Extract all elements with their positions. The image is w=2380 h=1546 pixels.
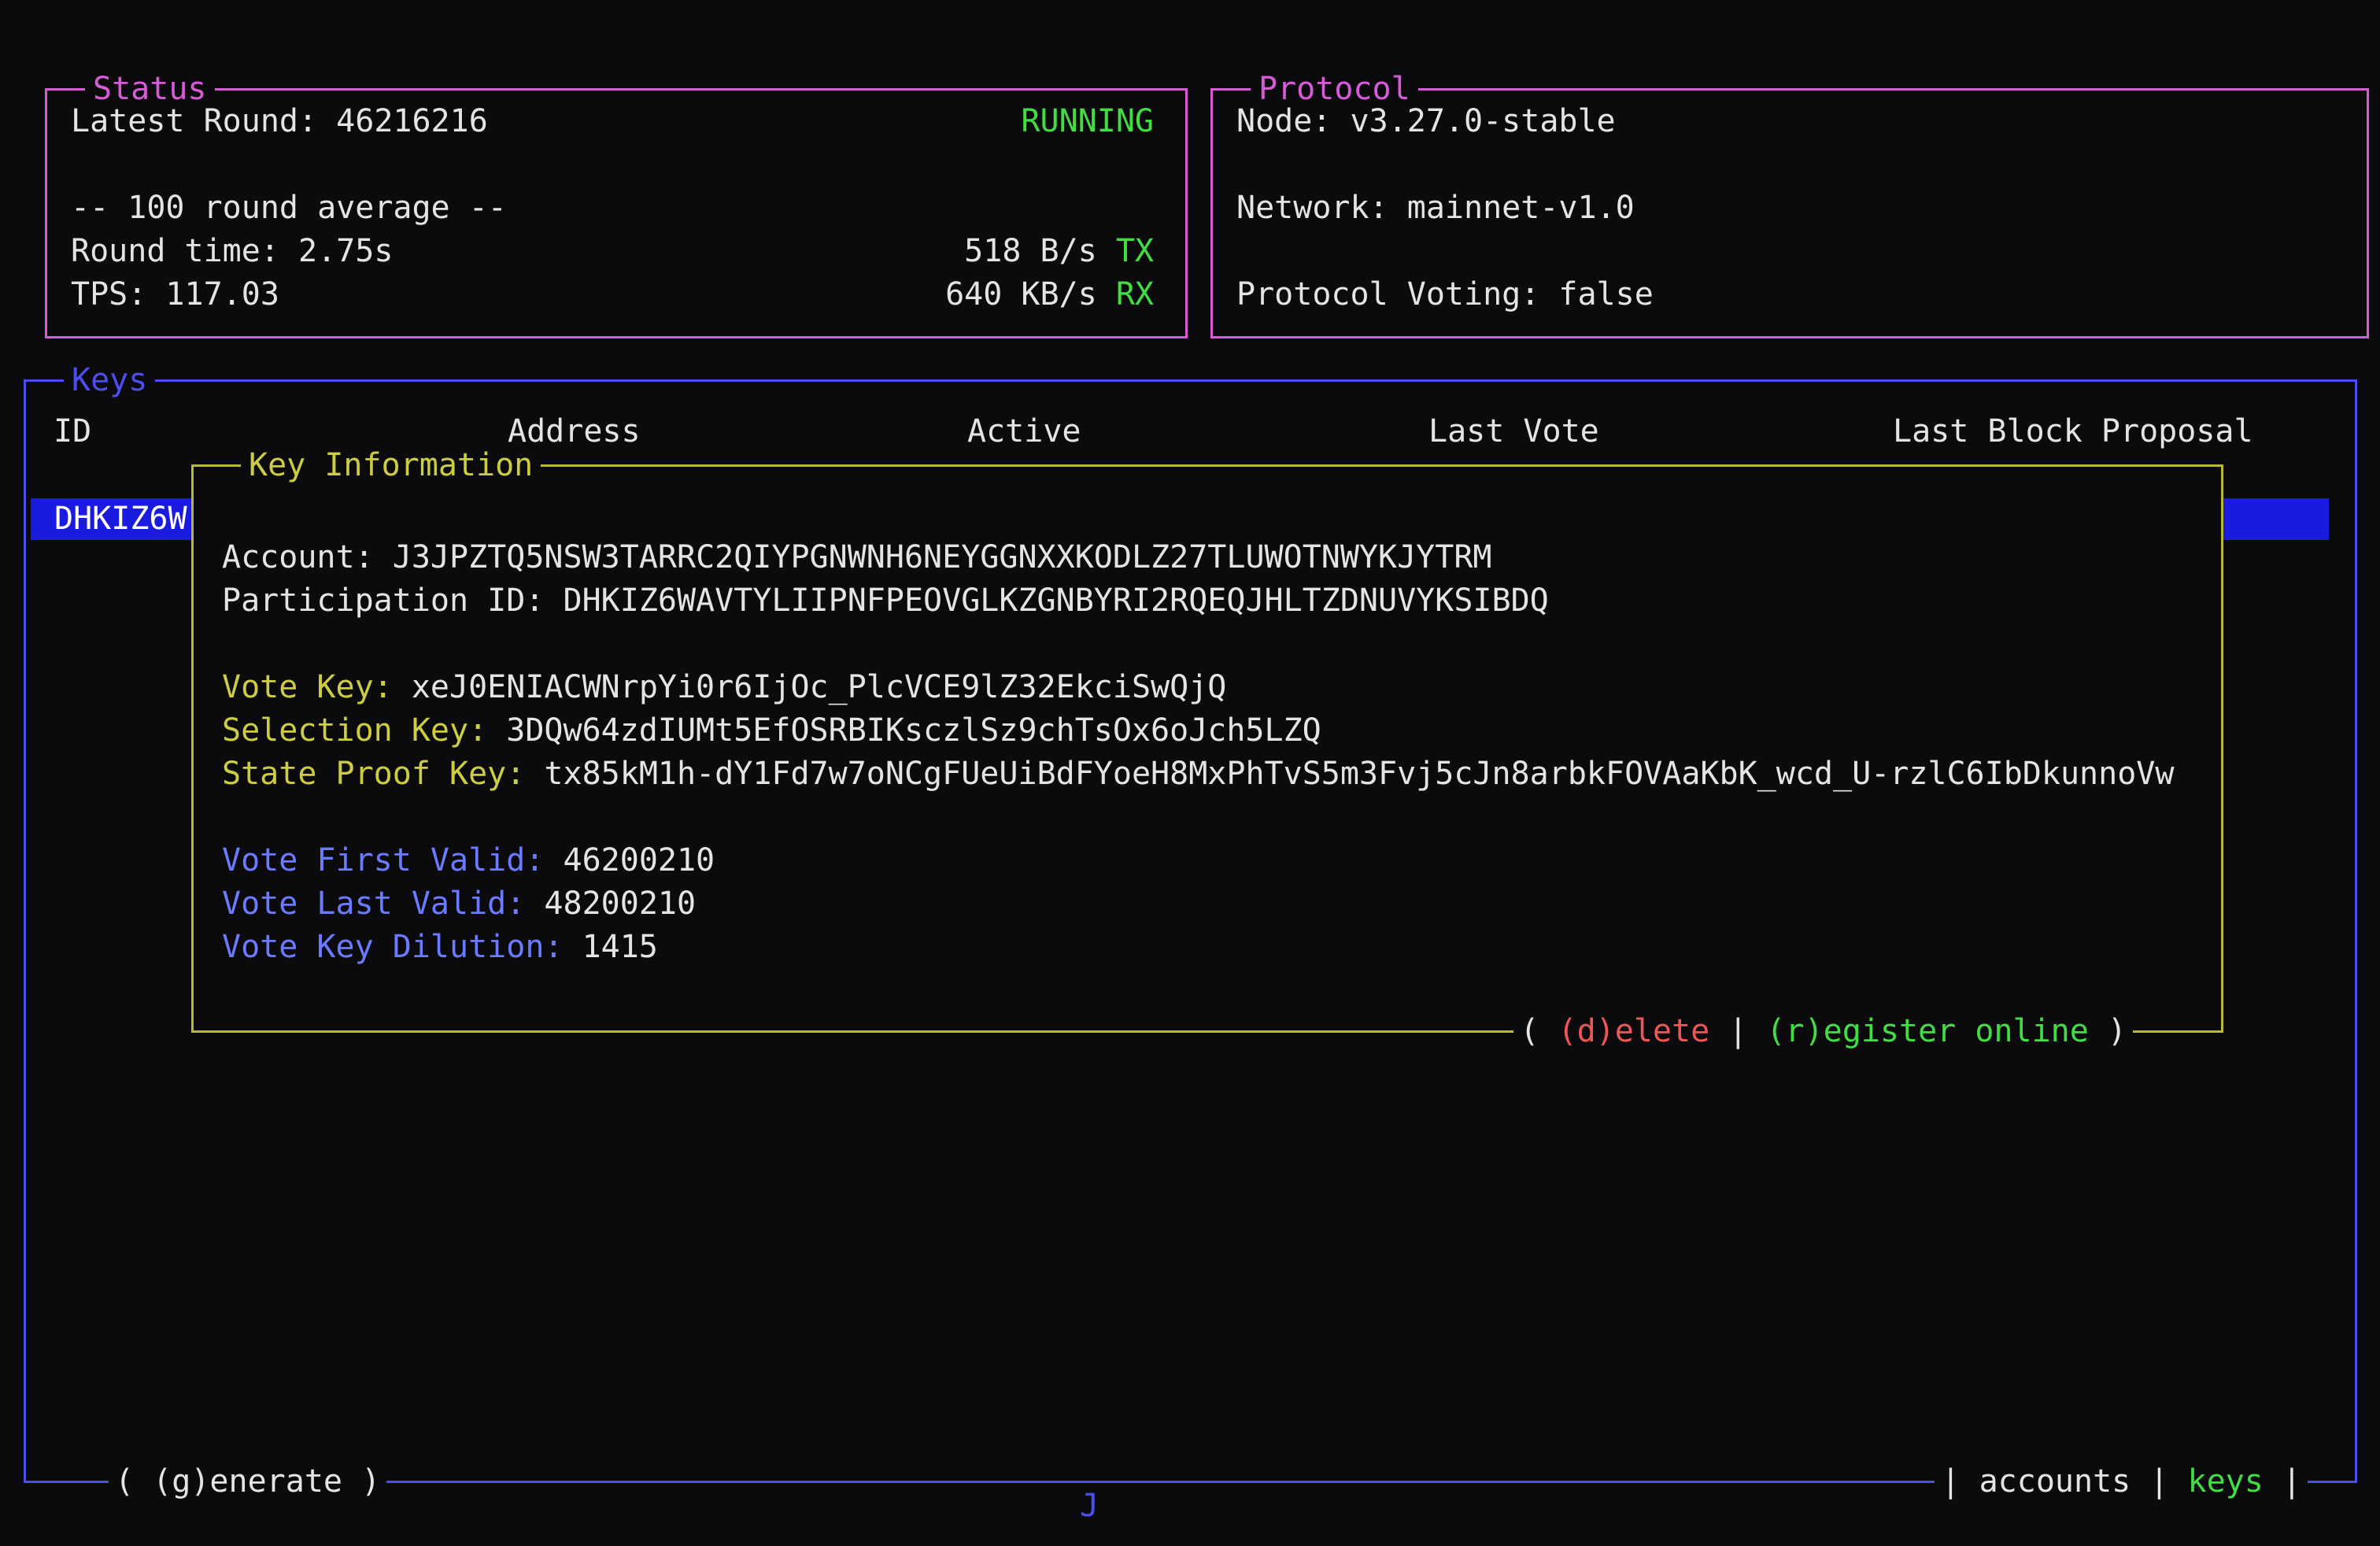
- rx-rate-value: 640 KB/s: [945, 276, 1116, 313]
- vote-key-value: xeJ0ENIACWNrpYi0r6IjOc_PlcVCE9lZ32EkciSw…: [412, 669, 1227, 705]
- account-value: J3JPZTQ5NSW3TARRC2QIYPGNWNH6NEYGGNXXKODL…: [393, 539, 1492, 575]
- column-header-id: ID: [54, 410, 91, 453]
- delete-key-button[interactable]: (d)elete: [1558, 1013, 1710, 1049]
- average-header-text: -- 100 round average --: [71, 187, 507, 230]
- column-header-last-vote: Last Vote: [1428, 410, 1599, 453]
- status-panel: Status Latest Round: 46216216 RUNNING --…: [45, 88, 1188, 338]
- vote-key-dilution-value: 1415: [582, 929, 658, 965]
- account-line: Account: J3JPZTQ5NSW3TARRC2QIYPGNWNH6NEY…: [222, 536, 2197, 579]
- generate-hint-open: (: [115, 1463, 153, 1500]
- actions-close: ): [2089, 1013, 2127, 1049]
- nav-pipe-right: |: [2264, 1463, 2301, 1500]
- state-proof-key-label: State Proof Key:: [222, 756, 544, 792]
- status-row-latest-round: Latest Round: 46216216 RUNNING: [47, 100, 1185, 143]
- selection-key-line: Selection Key: 3DQw64zdIUMt5EfOSRBIKsczl…: [222, 709, 2197, 753]
- stray-character: J: [1080, 1488, 1099, 1524]
- vote-first-valid-line: Vote First Valid: 46200210: [222, 839, 2197, 882]
- vote-key-dilution-label: Vote Key Dilution:: [222, 929, 582, 965]
- status-row-round-time: Round time: 2.75s 518 B/s TX: [47, 230, 1185, 273]
- tx-rate: 518 B/s TX: [964, 230, 1154, 273]
- selection-key-value: 3DQw64zdIUMt5EfOSRBIKsczlSz9chTsOx6oJch5…: [506, 712, 1321, 749]
- keys-panel-title: Keys: [64, 360, 155, 401]
- network-text: Network: mainnet-v1.0: [1236, 187, 1635, 230]
- vote-last-valid-label: Vote Last Valid:: [222, 886, 544, 922]
- status-row-tps: TPS: 117.03 640 KB/s RX: [47, 273, 1185, 316]
- protocol-row-network: Network: mainnet-v1.0: [1213, 187, 2367, 230]
- protocol-row-voting: Protocol Voting: false: [1213, 273, 2367, 316]
- vote-key-line: Vote Key: xeJ0ENIACWNrpYi0r6IjOc_PlcVCE9…: [222, 666, 2197, 709]
- nav-pipe-middle: |: [2131, 1463, 2187, 1500]
- column-header-last-block-proposal: Last Block Proposal: [1893, 410, 2253, 453]
- state-proof-key-line: State Proof Key: tx85kM1h-dY1Fd7w7oNCgFU…: [222, 753, 2197, 796]
- node-state-badge: RUNNING: [1021, 100, 1154, 143]
- latest-round-text: Latest Round: 46216216: [71, 100, 488, 143]
- selected-key-id: DHKIZ6W: [54, 498, 187, 540]
- keyinfo-blank-2: [222, 796, 2197, 839]
- actions-open: (: [1520, 1013, 1558, 1049]
- rx-rate-label: RX: [1116, 276, 1154, 313]
- rx-rate: 640 KB/s RX: [945, 273, 1154, 316]
- protocol-row-blank-2: [1213, 230, 2367, 273]
- key-information-body: Account: J3JPZTQ5NSW3TARRC2QIYPGNWNH6NEY…: [222, 536, 2197, 969]
- generate-key-button[interactable]: (g)enerate: [153, 1463, 342, 1500]
- nav-pipe-left: |: [1941, 1463, 1979, 1500]
- actions-separator: |: [1709, 1013, 1766, 1049]
- status-row-blank: [47, 143, 1185, 187]
- vote-key-label: Vote Key:: [222, 669, 412, 705]
- view-nav: | accounts | keys |: [1935, 1462, 2308, 1501]
- register-online-button[interactable]: (r)egister online: [1766, 1013, 2088, 1049]
- keyinfo-blank-1: [222, 623, 2197, 666]
- vote-first-valid-value: 46200210: [563, 842, 715, 878]
- status-panel-body: Latest Round: 46216216 RUNNING -- 100 ro…: [47, 100, 1185, 316]
- vote-last-valid-value: 48200210: [544, 886, 696, 922]
- node-version-text: Node: v3.27.0-stable: [1236, 100, 1616, 143]
- nav-tab-keys[interactable]: keys: [2188, 1463, 2264, 1500]
- generate-hint: ( (g)enerate ): [109, 1462, 386, 1501]
- nav-tab-accounts[interactable]: accounts: [1979, 1463, 2131, 1500]
- vote-last-valid-line: Vote Last Valid: 48200210: [222, 882, 2197, 926]
- state-proof-key-value: tx85kM1h-dY1Fd7w7oNCgFUeUiBdFYoeH8MxPhTv…: [544, 756, 2174, 792]
- vote-first-valid-label: Vote First Valid:: [222, 842, 563, 878]
- selection-key-label: Selection Key:: [222, 712, 506, 749]
- tps-text: TPS: 117.03: [71, 273, 279, 316]
- column-header-active: Active: [967, 410, 1081, 453]
- protocol-voting-text: Protocol Voting: false: [1236, 273, 1654, 316]
- status-row-average-header: -- 100 round average --: [47, 187, 1185, 230]
- round-time-text: Round time: 2.75s: [71, 230, 393, 273]
- key-information-modal: Key Information Account: J3JPZTQ5NSW3TAR…: [191, 464, 2223, 1033]
- participation-id-line: Participation ID: DHKIZ6WAVTYLIIPNFPEOVG…: [222, 579, 2197, 623]
- protocol-row-node: Node: v3.27.0-stable: [1213, 100, 2367, 143]
- vote-key-dilution-line: Vote Key Dilution: 1415: [222, 926, 2197, 969]
- key-actions-hint: ( (d)elete | (r)egister online ): [1513, 1012, 2133, 1051]
- tx-rate-label: TX: [1116, 233, 1154, 269]
- protocol-panel: Protocol Node: v3.27.0-stable Network: m…: [1210, 88, 2369, 338]
- protocol-panel-body: Node: v3.27.0-stable Network: mainnet-v1…: [1213, 100, 2367, 316]
- key-information-title: Key Information: [241, 445, 541, 486]
- generate-hint-close: ): [342, 1463, 380, 1500]
- tx-rate-value: 518 B/s: [964, 233, 1116, 269]
- account-label: Account:: [222, 539, 393, 575]
- participation-id-label: Participation ID:: [222, 583, 563, 619]
- protocol-row-blank-1: [1213, 143, 2367, 187]
- participation-id-value: DHKIZ6WAVTYLIIPNFPEOVGLKZGNBYRI2RQEQJHLT…: [563, 583, 1548, 619]
